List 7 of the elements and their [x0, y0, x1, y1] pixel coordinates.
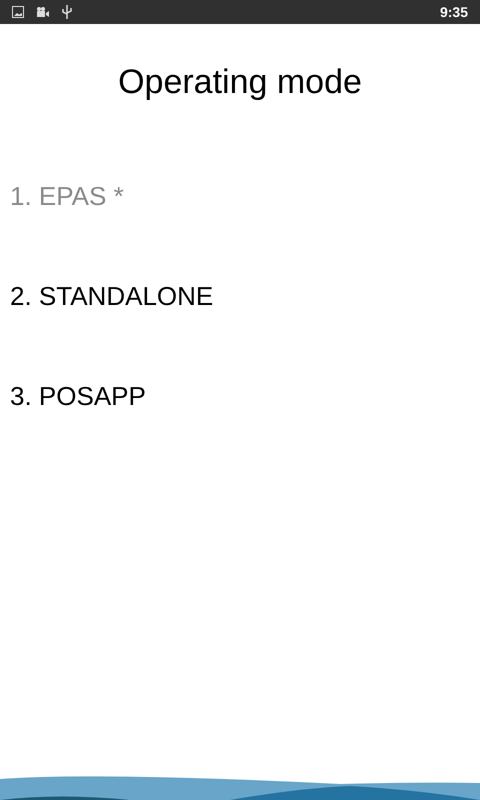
mode-option[interactable]: 2. STANDALONE — [0, 246, 480, 346]
page-title: Operating mode — [117, 62, 363, 102]
clock: 9:35 — [440, 3, 468, 22]
usb-icon — [62, 5, 72, 19]
mode-option[interactable]: 3. POSAPP — [0, 346, 480, 446]
video-camera-icon — [36, 6, 50, 18]
image-icon — [12, 6, 24, 18]
